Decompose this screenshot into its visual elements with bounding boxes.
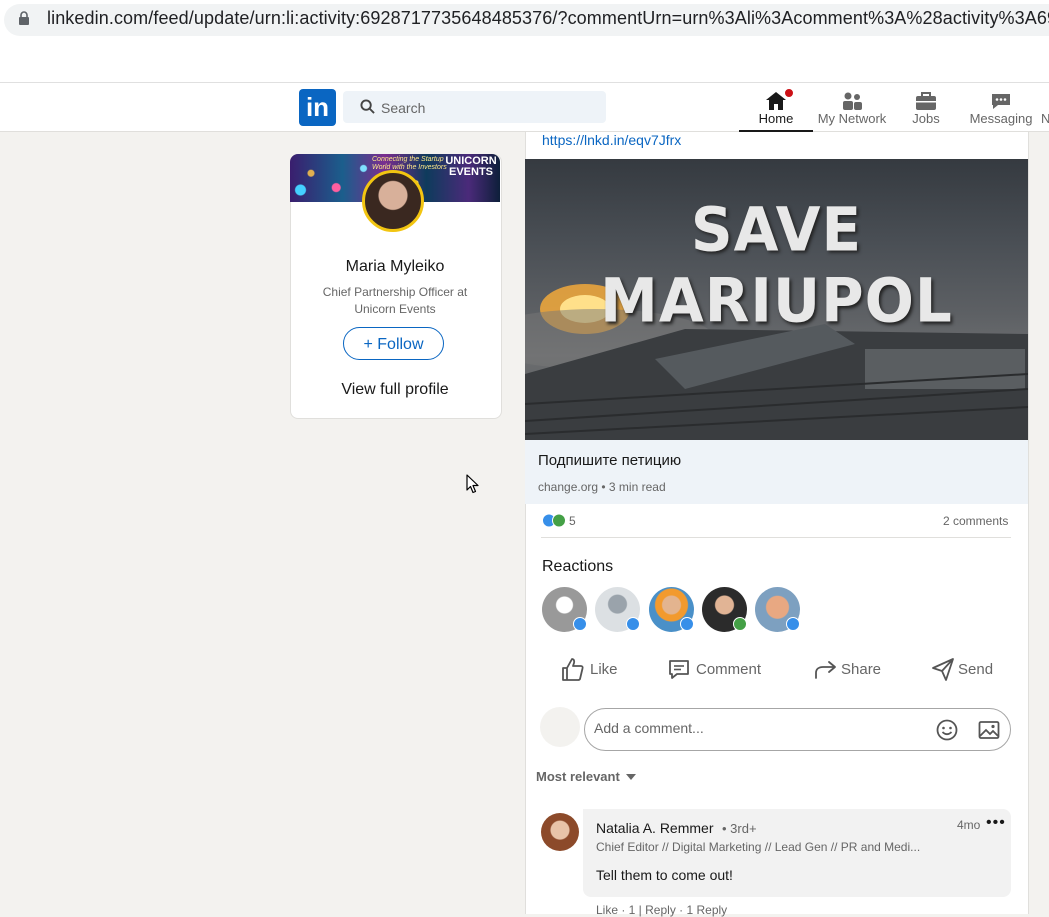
reactions-heading: Reactions [542, 558, 614, 575]
like-button[interactable]: Like [561, 656, 621, 684]
like-icon [573, 617, 587, 631]
article-title[interactable]: Подпишите петицию [538, 452, 681, 469]
more-options-icon[interactable]: ••• [986, 814, 1006, 832]
like-icon [626, 617, 640, 631]
post-image-title: SAVE MARIUPOL [600, 193, 953, 337]
nav-messaging-label: Messaging [969, 111, 1033, 126]
messaging-icon [992, 94, 1010, 109]
emoji-icon[interactable] [935, 718, 959, 742]
unicorn-events-logo: UNICORN EVENTS [445, 155, 497, 178]
nav-my-network-label: My Network [817, 111, 887, 126]
like-label: Like [590, 661, 618, 678]
profile-avatar[interactable] [362, 170, 424, 232]
share-label: Share [841, 661, 882, 678]
sort-label: Most relevant [536, 769, 620, 784]
like-icon [786, 617, 800, 631]
mouse-cursor-icon [466, 474, 479, 494]
sort-comments-dropdown[interactable]: Most relevant [536, 769, 637, 784]
caret-down-icon [626, 774, 637, 780]
commenter-name[interactable]: Natalia A. Remmer [596, 820, 713, 836]
search-icon [360, 99, 375, 114]
nav-messaging[interactable]: Messaging [966, 86, 1036, 130]
comment-text: Tell them to come out! [596, 867, 733, 883]
thumbs-up-icon [562, 658, 584, 681]
url-text[interactable]: linkedin.com/feed/update/urn:li:activity… [47, 8, 1049, 29]
send-button[interactable]: Send [931, 656, 1001, 684]
divider [541, 537, 1011, 538]
view-full-profile-link[interactable]: View full profile [290, 381, 500, 399]
profile-name[interactable]: Maria Myleiko [290, 258, 500, 276]
briefcase-icon [916, 92, 936, 110]
linkedin-logo[interactable]: in [299, 89, 336, 126]
article-meta: change.org • 3 min read [538, 480, 666, 494]
comment-button[interactable]: Comment [667, 656, 767, 684]
network-icon [843, 92, 862, 110]
nav-jobs[interactable]: Jobs [896, 86, 956, 130]
share-icon [815, 661, 836, 679]
profile-banner-text: Connecting the Startup World with the In… [372, 156, 447, 171]
comments-count-link[interactable]: 2 comments [943, 514, 1008, 528]
send-label: Send [958, 661, 994, 678]
nav-my-network[interactable]: My Network [815, 86, 889, 130]
commenter-headline: Chief Editor // Digital Marketing // Lea… [596, 840, 921, 854]
send-icon [932, 658, 954, 681]
commenter-avatar[interactable] [541, 813, 579, 851]
reaction-count[interactable]: 5 [569, 514, 576, 528]
notification-badge [783, 87, 795, 99]
comment-time: 4mo [957, 818, 981, 832]
comment-icon [669, 660, 689, 679]
image-icon[interactable] [977, 718, 1001, 742]
comment-label: Comment [696, 661, 762, 678]
search-placeholder: Search [381, 100, 426, 116]
connection-degree: • 3rd+ [722, 821, 757, 836]
my-avatar [540, 707, 580, 747]
comment-placeholder: Add a comment... [594, 720, 704, 736]
follow-button[interactable]: + Follow [343, 327, 444, 360]
reaction-icons[interactable] [542, 513, 568, 528]
article-preview[interactable] [525, 440, 1028, 504]
comment-actions[interactable]: Like · 1 | Reply · 1 Reply [596, 903, 727, 917]
profile-title: Chief Partnership Officer at Unicorn Eve… [322, 285, 468, 316]
nav-home[interactable]: Home [739, 86, 813, 132]
post-link[interactable]: https://lnkd.in/eqv7Jfrx [542, 132, 681, 148]
lock-icon [19, 11, 29, 25]
like-icon [680, 617, 694, 631]
nav-overflow-item[interactable]: N [1041, 111, 1049, 126]
nav-home-label: Home [758, 111, 794, 126]
celebrate-icon [733, 617, 747, 631]
share-button[interactable]: Share [814, 656, 884, 684]
nav-jobs-label: Jobs [912, 111, 940, 126]
